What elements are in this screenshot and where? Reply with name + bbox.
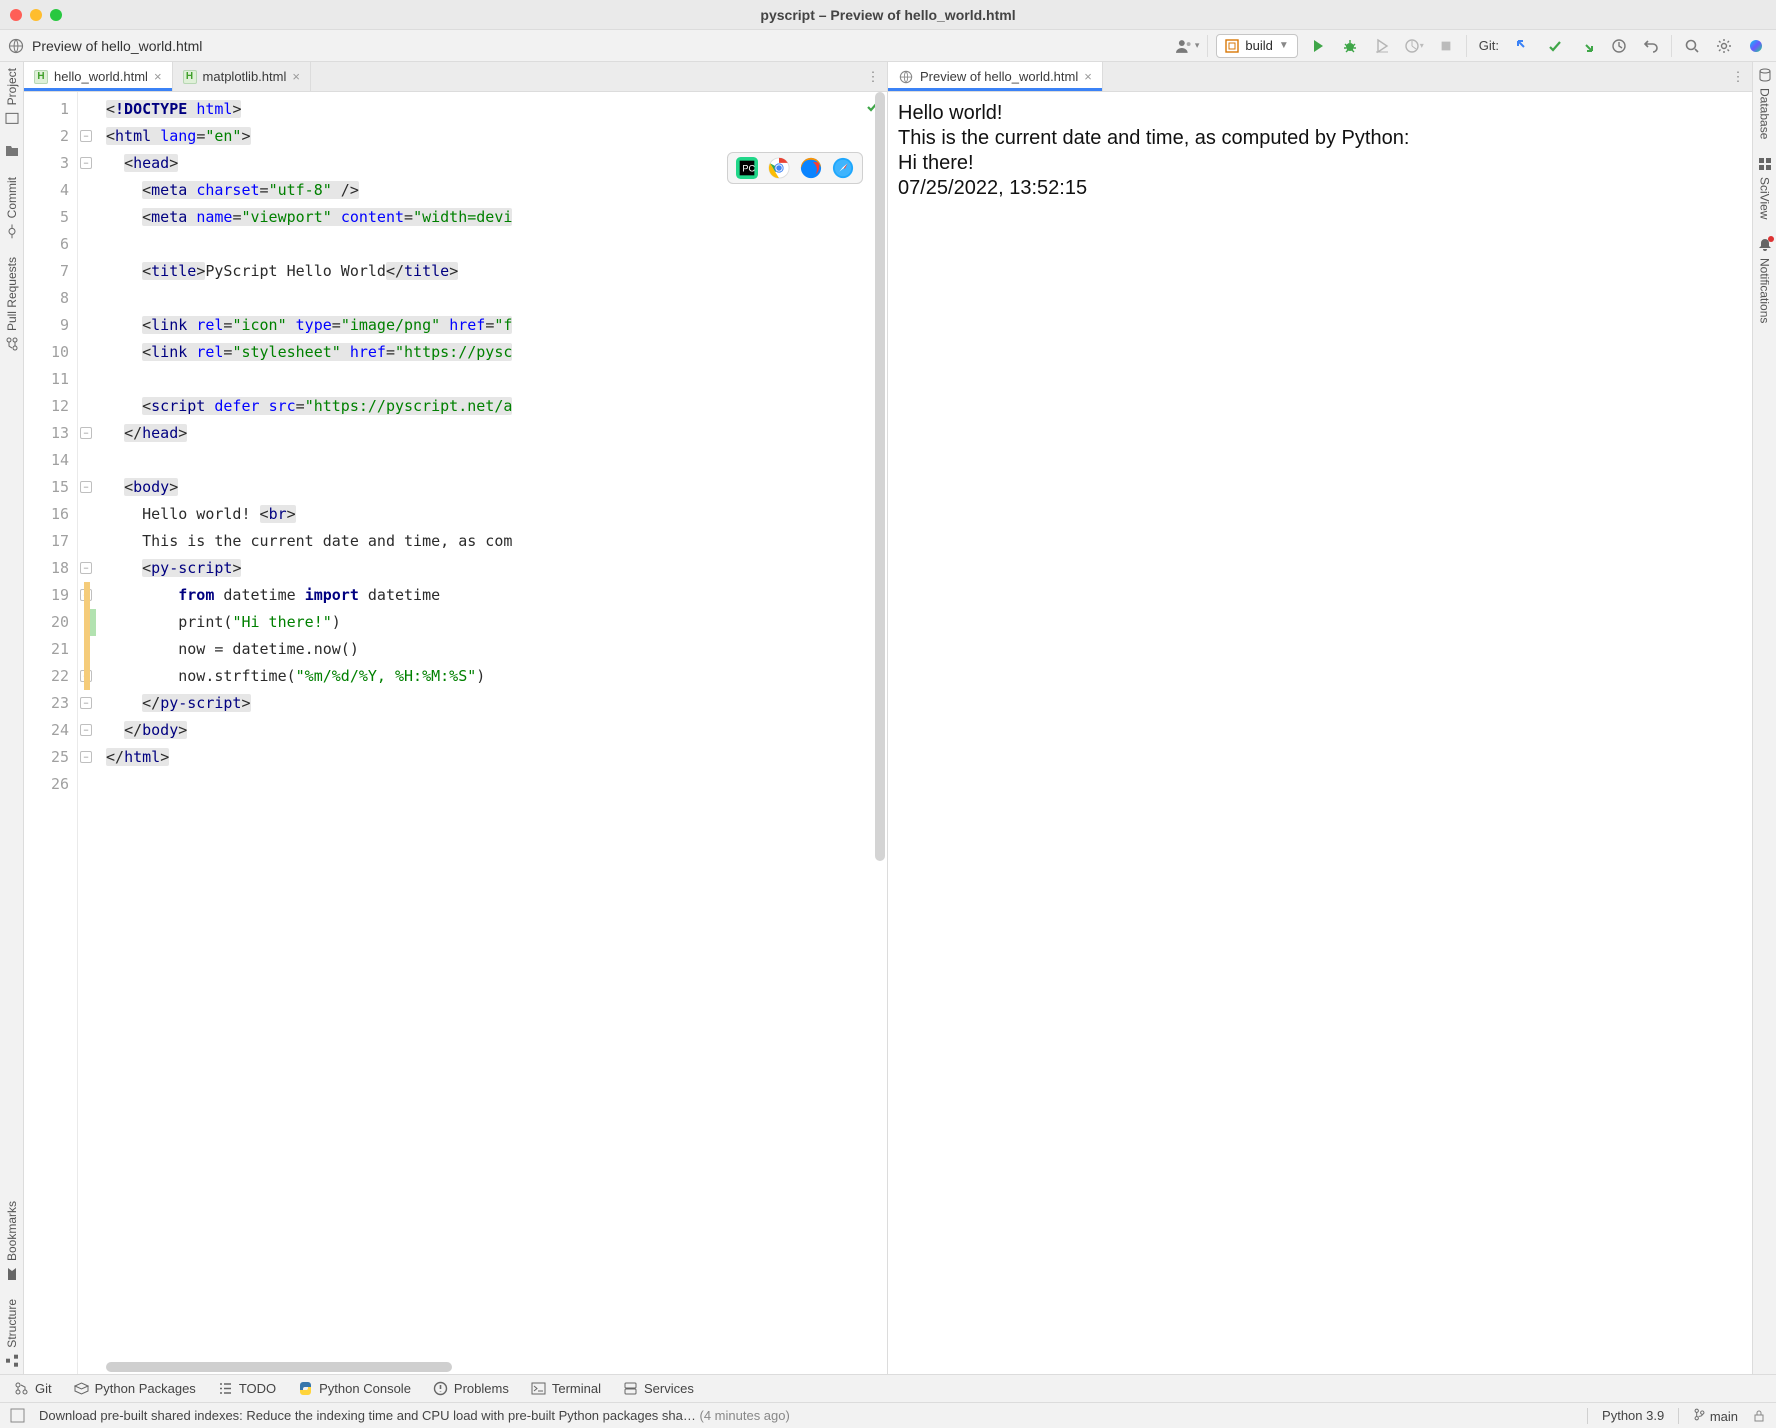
window-zoom-button[interactable]: [50, 9, 62, 21]
tool-window-bookmarks[interactable]: Bookmarks: [5, 1201, 19, 1281]
folding-gutter[interactable]: −−−−−−−−−−: [78, 92, 94, 1374]
status-message[interactable]: Download pre-built shared indexes: Reduc…: [39, 1408, 1573, 1423]
globe-icon: [898, 69, 914, 85]
close-tab-icon[interactable]: ×: [154, 69, 162, 84]
tool-window-structure[interactable]: Structure: [5, 1299, 19, 1368]
svg-text:PC: PC: [742, 164, 755, 174]
settings-button[interactable]: [1712, 34, 1736, 58]
preview-content: Hello world! This is the current date an…: [888, 92, 1752, 1374]
profile-button[interactable]: ▾: [1402, 34, 1426, 58]
html-file-icon: H: [34, 70, 48, 84]
navigation-bar: Preview of hello_world.html ▾ build ▼ ▾: [0, 30, 1776, 62]
code-with-me-icon[interactable]: [1744, 34, 1768, 58]
editor-tabs-more-icon[interactable]: ⋮: [859, 62, 887, 91]
run-configuration-selector[interactable]: build ▼: [1216, 34, 1297, 58]
vcs-commit-button[interactable]: [1543, 34, 1567, 58]
editor-area: H hello_world.html × H matplotlib.html ×…: [24, 62, 888, 1374]
tool-window-notifications[interactable]: Notifications: [1758, 238, 1772, 323]
folder-icon[interactable]: [4, 143, 20, 159]
right-tool-window-stripe: Database SciView Notifications: [1752, 62, 1776, 1374]
coverage-button[interactable]: [1370, 34, 1394, 58]
preview-area: Preview of hello_world.html × ⋮ Hello wo…: [888, 62, 1752, 1374]
search-everywhere-button[interactable]: [1680, 34, 1704, 58]
stop-button[interactable]: [1434, 34, 1458, 58]
tool-window-git[interactable]: Git: [14, 1381, 52, 1396]
separator: [1207, 35, 1208, 57]
firefox-icon[interactable]: [800, 157, 822, 179]
branch-icon: [1693, 1408, 1706, 1421]
tool-window-problems[interactable]: Problems: [433, 1381, 509, 1396]
status-bar: Download pre-built shared indexes: Reduc…: [0, 1402, 1776, 1428]
collaboration-icon[interactable]: ▾: [1175, 34, 1199, 58]
preview-line: This is the current date and time, as co…: [898, 127, 1742, 150]
editor-horizontal-scrollbar[interactable]: [106, 1362, 875, 1372]
tool-window-sciview[interactable]: SciView: [1758, 157, 1772, 219]
tool-window-terminal[interactable]: Terminal: [531, 1381, 601, 1396]
tool-window-pull-requests[interactable]: Pull Requests: [5, 257, 19, 351]
vcs-rollback-button[interactable]: [1639, 34, 1663, 58]
separator: [1466, 35, 1467, 57]
globe-icon: [8, 38, 24, 54]
editor-vertical-scrollbar[interactable]: [875, 92, 885, 1374]
window-close-button[interactable]: [10, 9, 22, 21]
bottom-tool-window-bar: Git Python Packages TODO Python Console …: [0, 1374, 1776, 1402]
breadcrumb[interactable]: Preview of hello_world.html: [32, 38, 202, 54]
debug-button[interactable]: [1338, 34, 1362, 58]
editor-tab-row: H hello_world.html × H matplotlib.html ×…: [24, 62, 887, 92]
run-config-label: build: [1245, 38, 1272, 53]
tool-window-commit[interactable]: Commit: [5, 177, 19, 238]
preview-tabs-more-icon[interactable]: ⋮: [1724, 62, 1752, 91]
editor-tab-hello-world[interactable]: H hello_world.html ×: [24, 62, 173, 91]
preview-line: 07/25/2022, 13:52:15: [898, 177, 1742, 200]
tool-window-python-packages[interactable]: Python Packages: [74, 1381, 196, 1396]
vcs-gutter[interactable]: [94, 92, 100, 1374]
chrome-icon[interactable]: [768, 157, 790, 179]
preview-tab[interactable]: Preview of hello_world.html ×: [888, 62, 1103, 91]
window-title: pyscript – Preview of hello_world.html: [0, 7, 1776, 23]
tool-window-todo[interactable]: TODO: [218, 1381, 276, 1396]
vcs-update-button[interactable]: [1511, 34, 1535, 58]
preview-tab-row: Preview of hello_world.html × ⋮: [888, 62, 1752, 92]
code-editor[interactable]: 1234567891011121314151617181920212223242…: [24, 92, 887, 1374]
close-tab-icon[interactable]: ×: [292, 69, 300, 84]
tool-window-database[interactable]: Database: [1758, 68, 1772, 139]
pycharm-preview-icon[interactable]: PC: [736, 157, 758, 179]
html-file-icon: H: [183, 70, 197, 84]
run-button[interactable]: [1306, 34, 1330, 58]
title-bar: pyscript – Preview of hello_world.html: [0, 0, 1776, 30]
quick-access-icon[interactable]: [10, 1408, 25, 1423]
read-only-lock-icon[interactable]: [1752, 1409, 1766, 1423]
tool-window-services[interactable]: Services: [623, 1381, 694, 1396]
line-number-gutter: 1234567891011121314151617181920212223242…: [24, 92, 78, 1374]
tool-window-python-console[interactable]: Python Console: [298, 1381, 411, 1396]
git-label: Git:: [1479, 38, 1499, 53]
vcs-history-button[interactable]: [1607, 34, 1631, 58]
left-tool-window-stripe: Project Commit Pull Requests Bookmarks S…: [0, 62, 24, 1374]
window-minimize-button[interactable]: [30, 9, 42, 21]
editor-tab-matplotlib[interactable]: H matplotlib.html ×: [173, 62, 311, 91]
chevron-down-icon: ▼: [1279, 40, 1289, 51]
tool-window-project[interactable]: Project: [5, 68, 19, 125]
python-interpreter-widget[interactable]: Python 3.9: [1602, 1408, 1664, 1423]
preview-line: Hi there!: [898, 152, 1742, 175]
close-tab-icon[interactable]: ×: [1084, 69, 1092, 84]
open-in-browser-popup: PC: [727, 152, 863, 184]
preview-line: Hello world!: [898, 102, 1742, 125]
git-branch-widget[interactable]: main: [1693, 1408, 1738, 1424]
separator: [1671, 35, 1672, 57]
safari-icon[interactable]: [832, 157, 854, 179]
vcs-push-button[interactable]: [1575, 34, 1599, 58]
